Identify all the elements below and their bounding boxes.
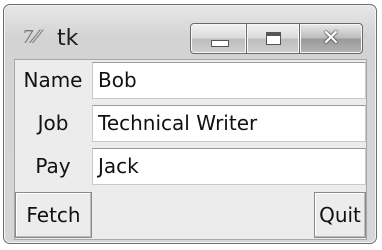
tk-window: 7⁄⁄ tk ✕ Name Bob Job Technical Writer P…	[3, 4, 377, 244]
close-icon: ✕	[321, 26, 341, 51]
minimize-icon	[211, 40, 229, 47]
job-label: Job	[37, 111, 69, 135]
form-row-name: Name Bob	[15, 62, 366, 102]
quit-button[interactable]: Quit	[314, 192, 366, 238]
maximize-icon	[266, 32, 281, 45]
pay-label: Pay	[35, 154, 71, 178]
tk-feather-icon: 7⁄⁄	[22, 27, 40, 48]
window-title: tk	[57, 26, 79, 51]
job-field[interactable]: Technical Writer	[92, 105, 366, 142]
form-row-pay: Pay Jack	[15, 148, 366, 188]
fetch-button[interactable]: Fetch	[15, 192, 92, 238]
maximize-button[interactable]	[246, 23, 300, 54]
title-bar[interactable]: 7⁄⁄ tk ✕	[4, 5, 376, 59]
close-button[interactable]: ✕	[299, 23, 363, 54]
name-label: Name	[23, 68, 83, 92]
pay-field[interactable]: Jack	[92, 148, 366, 185]
form-row-job: Job Technical Writer	[15, 105, 366, 145]
minimize-button[interactable]	[190, 23, 247, 54]
form-area: Name Bob Job Technical Writer Pay Jack F…	[14, 59, 367, 240]
name-field[interactable]: Bob	[92, 62, 366, 99]
